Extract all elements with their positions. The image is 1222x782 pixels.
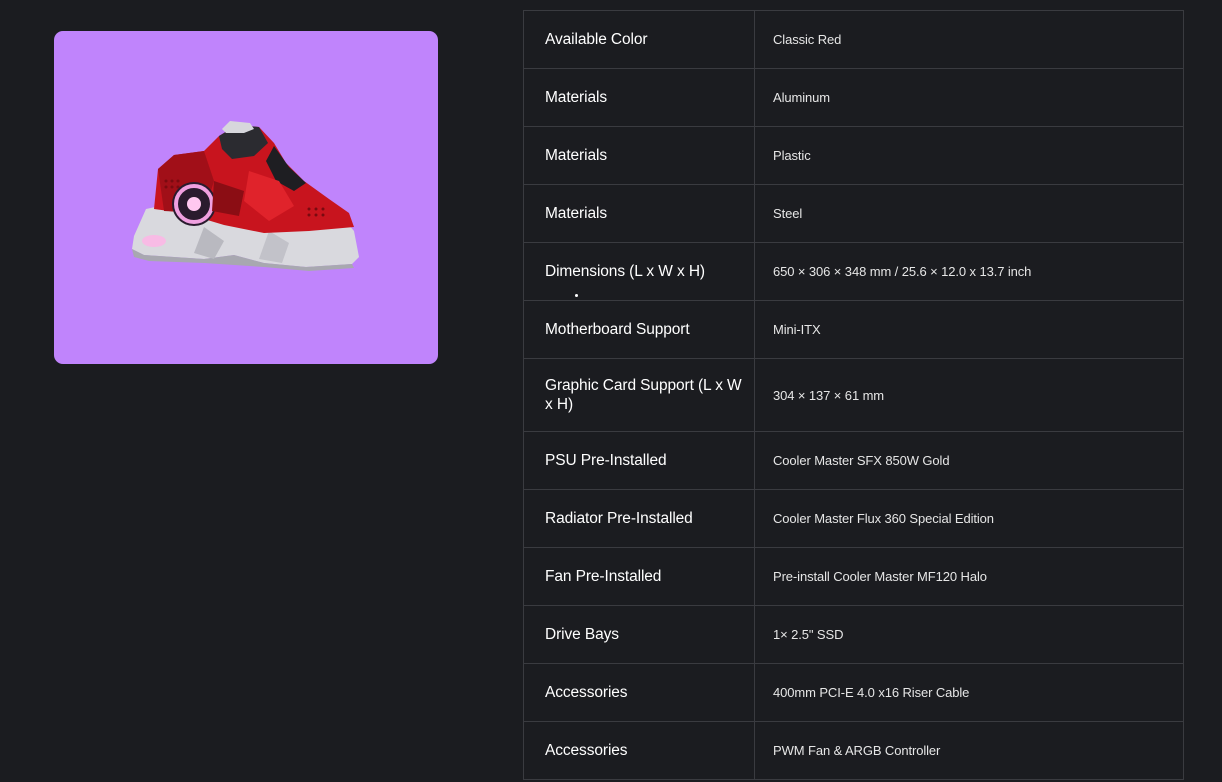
spec-value: 304 × 137 × 61 mm — [754, 358, 1184, 432]
spec-label: Motherboard Support — [523, 300, 755, 359]
spec-value: 650 × 306 × 348 mm / 25.6 × 12.0 x 13.7 … — [754, 242, 1184, 301]
spec-value: 1× 2.5" SSD — [754, 605, 1184, 664]
spec-value: Mini-ITX — [754, 300, 1184, 359]
spec-label: Drive Bays — [523, 605, 755, 664]
table-row: Drive Bays 1× 2.5" SSD — [523, 605, 1184, 664]
spec-label: Accessories — [523, 663, 755, 722]
specs-table: Available Color Classic Red Materials Al… — [523, 10, 1184, 780]
spec-value: Cooler Master SFX 850W Gold — [754, 431, 1184, 490]
table-row: Graphic Card Support (L x W x H) 304 × 1… — [523, 358, 1184, 432]
table-row: PSU Pre-Installed Cooler Master SFX 850W… — [523, 431, 1184, 490]
spec-label: Materials — [523, 126, 755, 185]
spec-label: Dimensions (L x W x H) — [523, 242, 755, 301]
spec-label: Radiator Pre-Installed — [523, 489, 755, 548]
table-row: Available Color Classic Red — [523, 10, 1184, 69]
spec-label: Graphic Card Support (L x W x H) — [523, 358, 755, 432]
table-row: Materials Steel — [523, 184, 1184, 243]
spec-value: Plastic — [754, 126, 1184, 185]
table-row: Radiator Pre-Installed Cooler Master Flu… — [523, 489, 1184, 548]
spec-value: Pre-install Cooler Master MF120 Halo — [754, 547, 1184, 606]
spec-label: Materials — [523, 184, 755, 243]
specs-table-body: Available Color Classic Red Materials Al… — [523, 10, 1184, 780]
table-row: Accessories PWM Fan & ARGB Controller — [523, 721, 1184, 780]
table-row: Materials Plastic — [523, 126, 1184, 185]
spec-value: PWM Fan & ARGB Controller — [754, 721, 1184, 780]
spec-label: Fan Pre-Installed — [523, 547, 755, 606]
table-row: Accessories 400mm PCI-E 4.0 x16 Riser Ca… — [523, 663, 1184, 722]
spec-value: Aluminum — [754, 68, 1184, 127]
table-row: Dimensions (L x W x H) 650 × 306 × 348 m… — [523, 242, 1184, 301]
spec-label: Accessories — [523, 721, 755, 780]
table-row: Motherboard Support Mini-ITX — [523, 300, 1184, 359]
product-spec-page: Available Color Classic Red Materials Al… — [0, 0, 1222, 782]
shoe-case-icon — [132, 121, 359, 271]
table-row: Materials Aluminum — [523, 68, 1184, 127]
table-row: Fan Pre-Installed Pre-install Cooler Mas… — [523, 547, 1184, 606]
product-image-card[interactable] — [54, 31, 438, 364]
spec-value: 400mm PCI-E 4.0 x16 Riser Cable — [754, 663, 1184, 722]
spec-value: Steel — [754, 184, 1184, 243]
spec-label: Materials — [523, 68, 755, 127]
spec-value: Cooler Master Flux 360 Special Edition — [754, 489, 1184, 548]
spec-value: Classic Red — [754, 10, 1184, 69]
spec-label: Available Color — [523, 10, 755, 69]
spec-label: PSU Pre-Installed — [523, 431, 755, 490]
